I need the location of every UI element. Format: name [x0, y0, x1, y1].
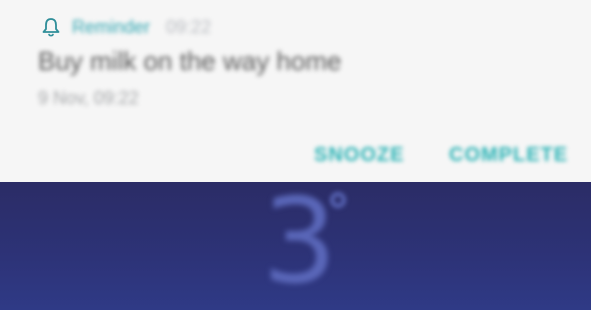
- app-name: Reminder: [72, 16, 151, 37]
- weather-temperature-digit: 3: [262, 172, 338, 310]
- notification-subtitle: 9 Nov, 09:22: [38, 88, 139, 108]
- notification-header: Reminder 09:22: [40, 14, 211, 40]
- complete-button[interactable]: COMPLETE: [449, 144, 568, 167]
- snooze-button[interactable]: SNOOZE: [314, 144, 404, 167]
- reminder-notification-card[interactable]: Reminder 09:22 Buy milk on the way home …: [0, 0, 591, 182]
- notification-time: 09:22: [166, 16, 212, 37]
- degree-icon: [330, 192, 346, 208]
- bell-icon: [40, 16, 62, 38]
- notification-title: Buy milk on the way home: [38, 46, 342, 76]
